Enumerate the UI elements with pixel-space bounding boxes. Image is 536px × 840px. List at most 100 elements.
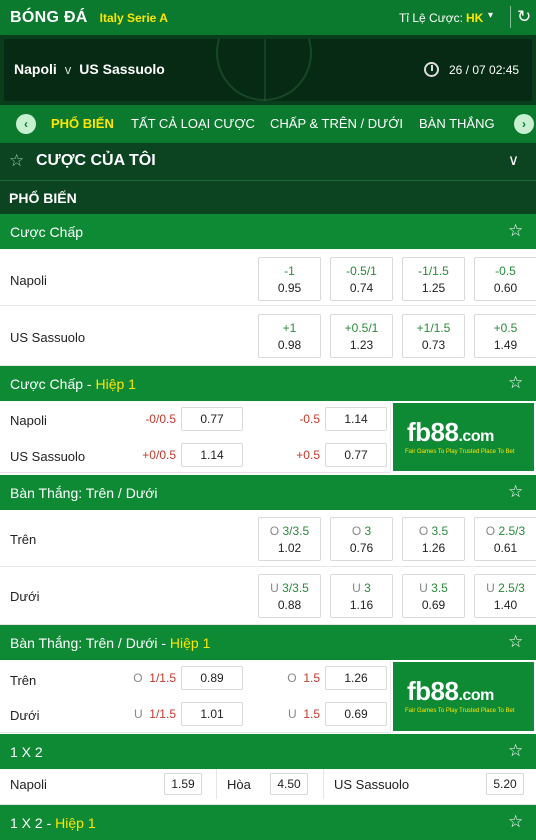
period-label: Hiệp 1	[55, 815, 96, 831]
total-value: 1.5	[303, 671, 320, 685]
favorite-star-icon[interactable]: ☆	[508, 221, 523, 241]
odds-format-label: Tỉ Lệ Cược:	[399, 11, 463, 25]
table-row: US Sassuolo +1 0.98 +0.5/1 1.23 +1/1.5 0.73…	[0, 306, 536, 366]
odds-value: 1.25	[421, 281, 446, 295]
odds-cell[interactable]: -0.5/1 0.74	[330, 257, 393, 301]
market-header-handicap-h1: Cược Chấp - Hiệp 1 ☆	[0, 366, 536, 401]
fb88-ad-banner[interactable]: fb88.com Fair Games To Play Trusted Plac…	[390, 660, 536, 733]
total-line: O 2.5/3	[475, 524, 536, 538]
market-title-text: 1 X 2 -	[10, 815, 56, 831]
handicap-line: +1	[282, 321, 297, 335]
table-row: Trên O 3/3.5 1.02 O 3 0.76 O 3.5 1.26 O 2.5…	[0, 510, 536, 567]
odds-cell[interactable]: -1 0.95	[258, 257, 321, 301]
odds-box[interactable]: 1.01	[181, 702, 243, 726]
tab-popular[interactable]: PHỔ BIẾN	[51, 116, 114, 131]
total-line: U 1/1.5	[116, 707, 176, 721]
odds-cell[interactable]: +1/1.5 0.73	[402, 314, 465, 358]
tab-prev-icon[interactable]: ‹	[16, 114, 36, 134]
odds-box[interactable]: 1.14	[325, 407, 387, 431]
my-bets-bar[interactable]: ☆ CƯỢC CỦA TÔI ∨	[0, 143, 536, 180]
market-header-1x2: 1 X 2 ☆	[0, 734, 536, 769]
ad-background: fb88.com Fair Games To Play Trusted Plac…	[393, 403, 534, 471]
odds-box[interactable]: 0.77	[181, 407, 243, 431]
tab-next-icon[interactable]: ›	[514, 114, 534, 134]
odds-box[interactable]: 0.77	[325, 443, 387, 467]
odds-box[interactable]: 0.89	[181, 666, 243, 690]
odds-box[interactable]: 1.14	[181, 443, 243, 467]
odds-cell[interactable]: O 3 0.76	[330, 517, 393, 561]
market-title: Cược Chấp	[10, 224, 84, 240]
odds-cell[interactable]: O 2.5/3 0.61	[474, 517, 536, 561]
fb88-ad-banner[interactable]: fb88.com Fair Games To Play Trusted Plac…	[390, 401, 536, 473]
odds-value: 0.61	[493, 541, 518, 555]
favorite-star-icon[interactable]: ☆	[508, 741, 523, 761]
under-label: U	[287, 707, 297, 721]
home-team: Napoli	[14, 61, 57, 77]
odds-box[interactable]: 0.69	[325, 702, 387, 726]
odds-cell[interactable]: -0.5 0.60	[474, 257, 536, 301]
market-title: Bàn Thắng: Trên / Dưới - Hiệp 1	[10, 635, 210, 651]
draw-odds[interactable]: 4.50	[270, 773, 308, 795]
odds-cell[interactable]: U 3/3.5 0.88	[258, 574, 321, 618]
odds-cell[interactable]: +0.5/1 1.23	[330, 314, 393, 358]
odds-format-select[interactable]: HK	[466, 11, 483, 25]
home-odds[interactable]: 1.59	[164, 773, 202, 795]
brand-title[interactable]: BÓNG ĐÁ	[10, 9, 88, 27]
tab-all-bets[interactable]: TẤT CẢ LOẠI CƯỢC	[131, 116, 255, 131]
refresh-icon[interactable]: ↻	[517, 6, 535, 28]
odds-cell[interactable]: +1 0.98	[258, 314, 321, 358]
odds-box[interactable]: 1.26	[325, 666, 387, 690]
favorite-star-icon[interactable]: ☆	[508, 632, 523, 652]
market-header-over-under: Bàn Thắng: Trên / Dưới ☆	[0, 475, 536, 510]
match-teams: Napoli v US Sassuolo	[14, 61, 165, 77]
market-title: Bàn Thắng: Trên / Dưới	[10, 485, 158, 501]
odds-cell[interactable]: -1/1.5 1.25	[402, 257, 465, 301]
section-title: PHỔ BIẾN	[9, 190, 77, 206]
ad-background: fb88.com Fair Games To Play Trusted Plac…	[393, 662, 534, 731]
home-label: Napoli	[10, 777, 47, 792]
total-line: U 2.5/3	[475, 581, 536, 595]
handicap-line: -1/1.5	[418, 264, 449, 278]
total-line: U 3/3.5	[259, 581, 320, 595]
odds-cell[interactable]: U 3.5 0.69	[402, 574, 465, 618]
total-value: 1/1.5	[149, 671, 176, 685]
table-row: Napoli -1 0.95 -0.5/1 0.74 -1/1.5 1.25 -0.5…	[0, 249, 536, 306]
draw-label: Hòa	[227, 777, 251, 792]
tab-goals[interactable]: BÀN THẮNG	[419, 116, 495, 131]
chevron-down-icon[interactable]: ∨	[508, 151, 519, 169]
logo-tld: .com	[458, 687, 494, 704]
row-outcome-name: Trên	[10, 532, 37, 547]
favorite-star-icon[interactable]: ☆	[508, 373, 523, 393]
total-line: O 1/1.5	[116, 671, 176, 685]
handicap-line: -0.5	[495, 264, 516, 278]
match-header: Napoli v US Sassuolo 26 / 07 02:45	[0, 35, 536, 105]
over-label: O	[418, 524, 429, 538]
total-line: U 3	[331, 581, 392, 595]
total-value: 2.5/3	[498, 524, 526, 538]
total-value: 3/3.5	[282, 524, 310, 538]
league-name[interactable]: Italy Serie A	[100, 11, 168, 25]
row-outcome-name: Dưới	[10, 589, 40, 604]
favorite-star-icon[interactable]: ☆	[508, 482, 523, 502]
caret-down-icon[interactable]: ▾	[488, 10, 493, 21]
logo-text: fb88	[407, 417, 459, 447]
handicap-line: -0/0.5	[145, 412, 176, 426]
total-line: O 1.5	[260, 671, 320, 685]
ad-tagline: Fair Games To Play Trusted Place To Bet	[405, 449, 515, 455]
tab-handicap-over-under[interactable]: CHẤP & TRÊN / DƯỚI	[270, 116, 403, 131]
odds-cell[interactable]: +0.5 1.49	[474, 314, 536, 358]
favorite-star-icon[interactable]: ☆	[508, 812, 523, 832]
market-title: Cược Chấp - Hiệp 1	[10, 376, 136, 392]
total-value: 3.5	[431, 581, 448, 595]
odds-cell[interactable]: O 3/3.5 1.02	[258, 517, 321, 561]
period-label: Hiệp 1	[95, 376, 136, 392]
odds-value: 0.76	[349, 541, 374, 555]
odds-value: 0.69	[421, 598, 446, 612]
row-team-name: US Sassuolo	[10, 449, 86, 464]
odds-value: 1.16	[349, 598, 374, 612]
over-label: O	[269, 524, 280, 538]
odds-cell[interactable]: U 2.5/3 1.40	[474, 574, 536, 618]
odds-cell[interactable]: U 3 1.16	[330, 574, 393, 618]
away-odds[interactable]: 5.20	[486, 773, 524, 795]
odds-cell[interactable]: O 3.5 1.26	[402, 517, 465, 561]
